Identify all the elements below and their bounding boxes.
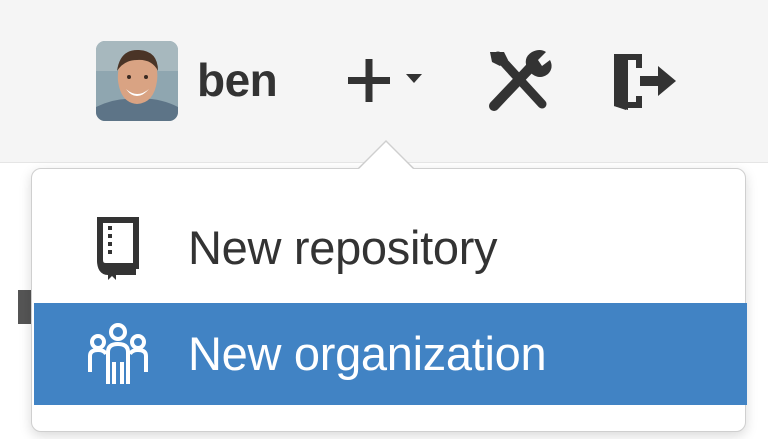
menu-item-new-repository[interactable]: New repository (34, 197, 747, 299)
menu-item-new-organization[interactable]: New organization (34, 303, 747, 405)
create-dropdown-menu: New repository New organization (31, 168, 747, 432)
organization-icon (88, 323, 148, 384)
username[interactable]: ben (197, 52, 278, 108)
tools-icon[interactable] (484, 48, 556, 116)
repo-icon (97, 217, 139, 280)
caret-down-icon (406, 74, 422, 83)
user-avatar[interactable] (96, 41, 178, 121)
create-new-button[interactable] (342, 50, 434, 110)
dropdown-caret-fill (359, 142, 413, 169)
sign-out-icon[interactable] (606, 50, 682, 114)
menu-item-label: New repository (188, 221, 498, 274)
menu-item-label: New organization (188, 327, 547, 380)
page: ben New repository New organization (0, 0, 768, 439)
plus-icon (348, 59, 390, 102)
top-header: ben (0, 0, 768, 163)
